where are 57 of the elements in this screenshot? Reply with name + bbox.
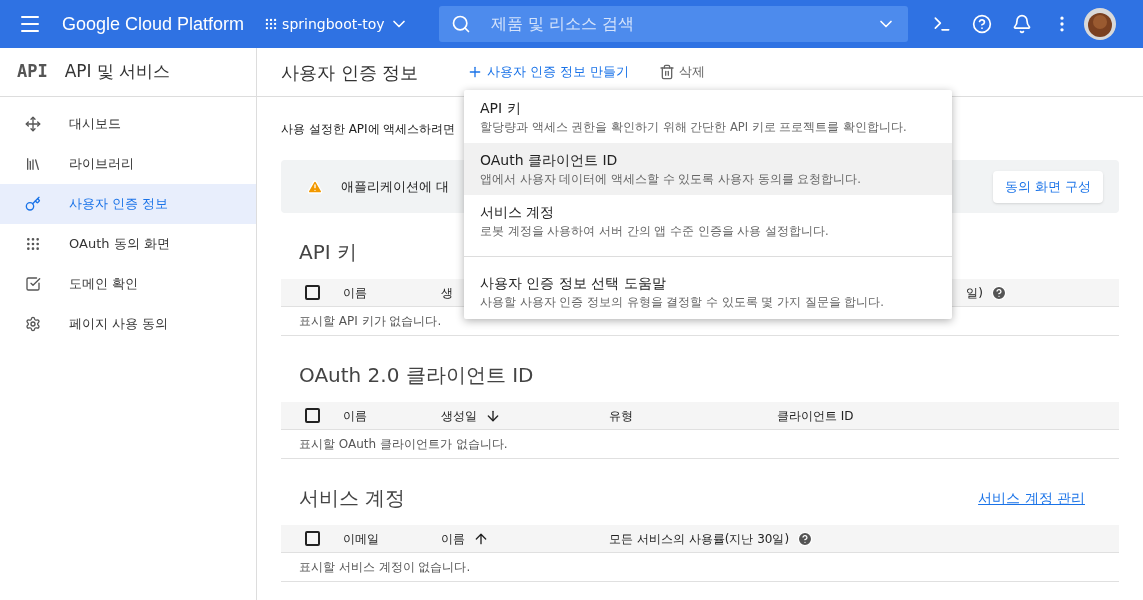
sidebar-item[interactable]: 대시보드 — [0, 104, 256, 144]
page-title: 사용자 인증 정보 — [281, 60, 420, 85]
notifications-icon[interactable] — [1011, 14, 1032, 34]
search-field[interactable]: 제품 및 리소스 검색 — [490, 12, 876, 36]
section-title: OAuth 2.0 클라이언트 ID — [299, 362, 534, 389]
warning-icon — [307, 178, 323, 195]
trash-icon — [659, 64, 676, 80]
sidebar-item[interactable]: 라이브러리 — [0, 144, 256, 184]
checkbox[interactable] — [304, 408, 320, 423]
sidebar-item[interactable]: 도메인 확인 — [0, 264, 256, 304]
api-logo: API — [17, 60, 48, 84]
create-credentials-button[interactable]: 사용자 인증 정보 만들기 — [467, 62, 630, 82]
menu-item[interactable]: 서비스 계정 로봇 계정을 사용하여 서버 간의 앱 수준 인증을 사용 설정합니다. — [464, 195, 952, 247]
help-icon[interactable] — [797, 530, 814, 547]
settings-icon — [25, 316, 41, 332]
delete-button[interactable]: 삭제 — [659, 62, 706, 82]
column-header: 생성일 — [441, 407, 477, 425]
dots-icon — [25, 236, 41, 252]
project-icon — [264, 17, 279, 31]
empty-message: 표시할 API 키가 없습니다. — [299, 313, 442, 330]
search-icon — [450, 14, 471, 34]
sidebar-item[interactable]: 페이지 사용 동의 — [0, 304, 256, 344]
help-icon[interactable] — [971, 14, 992, 34]
configure-consent-button[interactable]: 동의 화면 구성 — [992, 170, 1103, 203]
section-title: API 키 — [299, 239, 357, 266]
arrows-icon — [25, 116, 41, 132]
column-header: 유형 — [609, 407, 633, 425]
section-title: 서비스 계정 — [299, 485, 406, 512]
menu-item[interactable]: OAuth 클라이언트 ID 앱에서 사용자 데이터에 액세스할 수 있도록 사용자 동의를 요청합니다. — [464, 143, 952, 195]
manage-link[interactable]: 서비스 계정 관리 — [978, 487, 1085, 509]
project-selector[interactable]: springboot-toy — [264, 13, 409, 35]
checkbox[interactable] — [304, 285, 320, 300]
empty-message: 표시할 OAuth 클라이언트가 없습니다. — [299, 436, 508, 453]
banner-text: 애플리케이션에 대 — [341, 177, 450, 196]
column-header: 이름 — [343, 407, 367, 425]
column-header: 모든 서비스의 사용률(지난 30일) — [609, 530, 790, 548]
column-header: 이름 — [343, 284, 367, 302]
help-icon[interactable] — [991, 284, 1007, 301]
sidebar-title: API 및 서비스 — [64, 60, 171, 84]
search-bar[interactable]: 제품 및 리소스 검색 — [438, 6, 908, 42]
column-header: 이메일 — [343, 530, 379, 548]
key-icon — [25, 196, 41, 212]
column-header: 생 — [441, 284, 453, 302]
checkbox[interactable] — [304, 531, 320, 546]
sidebar-item[interactable]: 사용자 인증 정보 — [0, 184, 256, 224]
intro-text: 사용 설정한 API에 액세스하려면 — [281, 120, 456, 138]
menu-item[interactable]: API 키 할당량과 액세스 권한을 확인하기 위해 간단한 API 키로 프로젝트를 확인합니다. — [464, 91, 952, 143]
checkbox-icon — [25, 276, 41, 292]
column-header: 클라이언트 ID — [777, 407, 854, 425]
library-icon — [25, 156, 41, 172]
empty-message: 표시할 서비스 계정이 없습니다. — [299, 559, 471, 576]
column-header: 이름 — [441, 530, 465, 548]
sidebar-item[interactable]: OAuth 동의 화면 — [0, 224, 256, 264]
menu-item[interactable]: 사용자 인증 정보 선택 도움말 사용할 사용자 인증 정보의 유형을 결정할 수 있도록 몇 가지 질문을 합니다. — [464, 266, 952, 318]
plus-icon — [467, 64, 483, 80]
brand-name: Google Cloud Platform — [62, 12, 245, 36]
column-header: 일) — [966, 284, 983, 302]
